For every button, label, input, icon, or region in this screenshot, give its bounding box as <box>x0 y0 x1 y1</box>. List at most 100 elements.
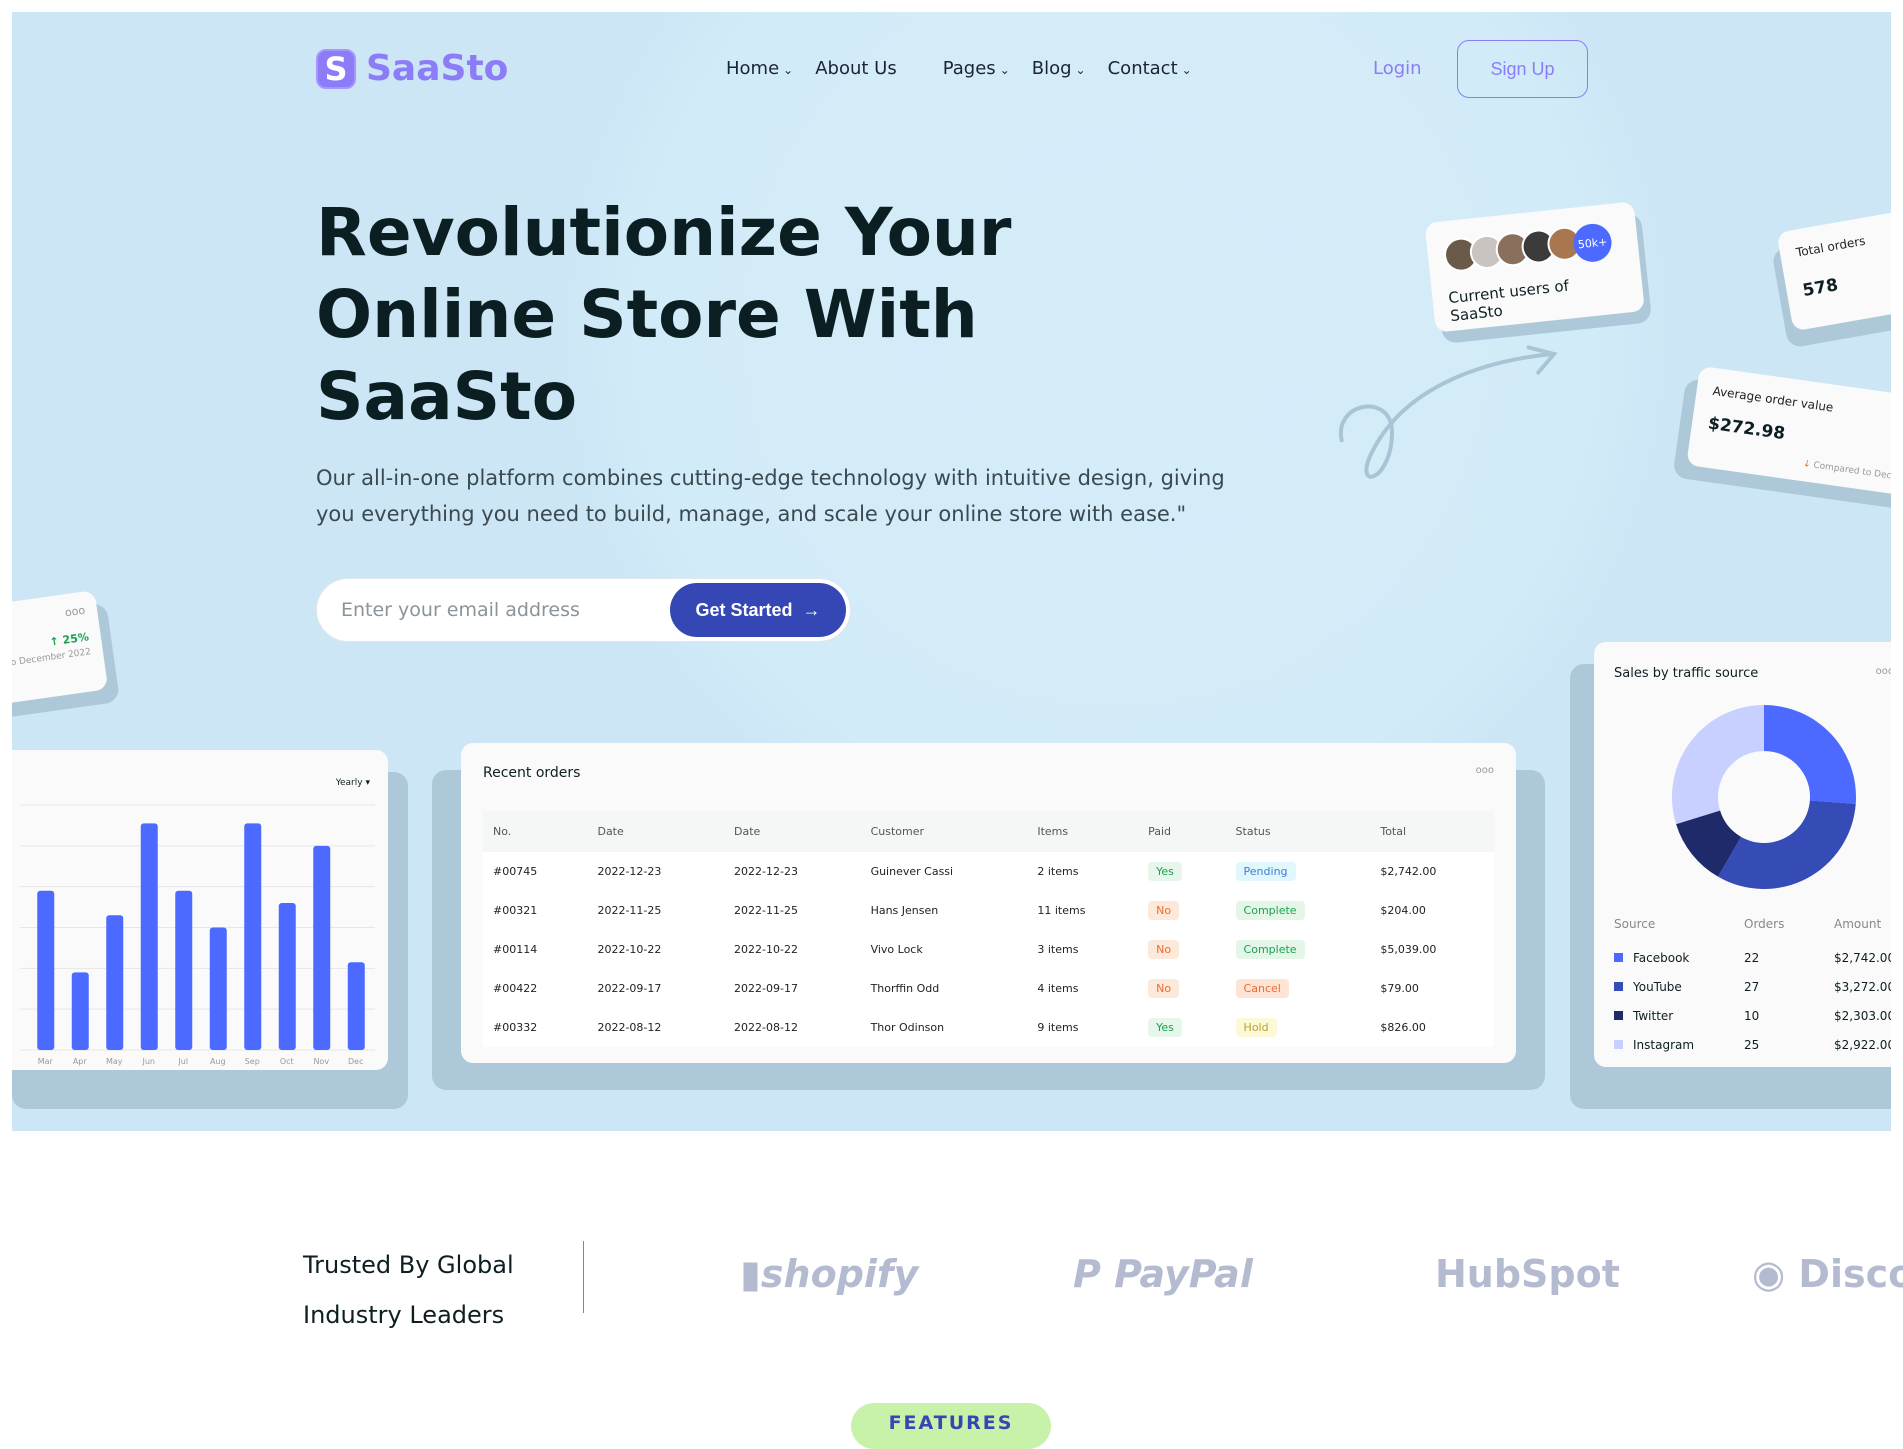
source-amount: $3,272.00 <box>1834 979 1891 994</box>
cell-items: 2 items <box>1027 852 1139 891</box>
legend-swatch <box>1614 1010 1623 1020</box>
total-orders-card: Total orders 578 <box>1771 208 1891 349</box>
paypal-icon: P <box>1073 1252 1101 1296</box>
cell-no: #00332 <box>483 1008 588 1047</box>
traffic-row: Instagram 25 $2,922.00 <box>1614 1030 1891 1059</box>
paypal-logo: P PayPal <box>1073 1252 1253 1296</box>
legend-swatch <box>1614 1039 1623 1049</box>
hero-paragraph: Our all-in-one platform combines cutting… <box>316 466 1225 526</box>
table-row[interactable]: #00745 2022-12-23 2022-12-23 Guinever Cassi… <box>483 852 1494 891</box>
bar-dec <box>347 962 365 1050</box>
email-form: Get Started → <box>316 578 851 642</box>
trusted-heading: Trusted By Global Industry Leaders <box>303 1240 514 1340</box>
cell-status: Hold <box>1225 1008 1371 1047</box>
bar-oct <box>278 903 296 1050</box>
table-row[interactable]: #00321 2022-11-25 2022-11-25 Hans Jensen 11 … <box>483 891 1494 930</box>
cell-total: $5,039.00 <box>1370 930 1494 969</box>
source-orders: 10 <box>1744 1008 1760 1023</box>
cell-items: 11 items <box>1027 891 1139 930</box>
trusted-line: Trusted By Global <box>303 1251 514 1279</box>
features-badge: FEATURES <box>851 1403 1051 1449</box>
slice-instagram <box>1672 705 1764 825</box>
column-header: Status <box>1225 811 1371 852</box>
cell-total: $204.00 <box>1370 891 1494 930</box>
cell-date2: 2022-09-17 <box>724 969 861 1008</box>
cell-customer: Thorffin Odd <box>860 969 1028 1008</box>
aov-value: $272.98 <box>1706 413 1787 445</box>
x-tick-label: Sep <box>245 1057 260 1066</box>
legend-swatch <box>1614 952 1623 962</box>
hero-section: S SaaSto Home ⌄ About Us Pages ⌄ Blog ⌄ Contact… <box>12 12 1891 1131</box>
cell-status: Complete <box>1225 930 1371 969</box>
discord-logo: ◉ Discord <box>1752 1252 1903 1296</box>
column-header: Customer <box>860 811 1028 852</box>
traffic-row: Facebook 22 $2,742.00 <box>1614 943 1891 972</box>
table-row[interactable]: #00422 2022-09-17 2022-09-17 Thorffin Odd 4 … <box>483 969 1494 1008</box>
cell-paid: Yes <box>1138 852 1226 891</box>
nav-item-home[interactable]: Home ⌄ <box>726 58 793 79</box>
login-link[interactable]: Login <box>1373 58 1422 79</box>
nav-label: Contact <box>1107 58 1178 79</box>
source-name: Instagram <box>1633 1037 1695 1052</box>
paid-badge: No <box>1148 979 1180 998</box>
period-dropdown[interactable]: Yearly ▾ <box>336 778 370 788</box>
get-started-button[interactable]: Get Started → <box>670 583 846 637</box>
more-icon[interactable]: ooo <box>12 604 86 634</box>
x-tick-label: Aug <box>210 1057 226 1066</box>
logo[interactable]: S SaaSto <box>316 48 508 89</box>
cell-customer: Guinever Cassi <box>860 852 1028 891</box>
status-badge: Complete <box>1235 940 1305 959</box>
traffic-row: YouTube 27 $3,272.00 <box>1614 972 1891 1001</box>
cell-total: $826.00 <box>1370 1008 1494 1047</box>
x-tick-label: Apr <box>73 1057 88 1066</box>
cell-date1: 2022-12-23 <box>587 852 725 891</box>
curved-arrow-doodle <box>1338 345 1558 479</box>
cell-paid: No <box>1138 969 1226 1008</box>
bar-mar <box>37 890 55 1050</box>
cell-items: 9 items <box>1027 1008 1139 1047</box>
nav-item-about-us[interactable]: About Us <box>815 58 897 79</box>
paid-badge: Yes <box>1148 862 1182 881</box>
signup-button[interactable]: Sign Up <box>1457 40 1588 98</box>
hero-title: Revolutionize Your Online Store With Saa… <box>316 192 1016 438</box>
cell-date1: 2022-08-12 <box>587 1008 725 1047</box>
email-input[interactable] <box>341 599 670 621</box>
period-label: Yearly <box>335 778 363 788</box>
cell-date1: 2022-10-22 <box>587 930 725 969</box>
shopify-logo: ▮shopify <box>740 1252 919 1296</box>
main-nav: Home ⌄ About Us Pages ⌄ Blog ⌄ Contact ⌄ <box>726 58 1192 79</box>
bar-apr <box>71 972 89 1050</box>
get-started-label: Get Started <box>695 599 793 620</box>
table-row[interactable]: #00114 2022-10-22 2022-10-22 Vivo Lock 3 ite… <box>483 930 1494 969</box>
cell-date2: 2022-08-12 <box>724 1008 861 1047</box>
hero-title-line: SaaSto <box>316 358 578 435</box>
table-row[interactable]: #00332 2022-08-12 2022-08-12 Thor Odinson 9 … <box>483 1008 1494 1047</box>
nav-label: Home <box>726 58 780 79</box>
x-tick-label: Oct <box>280 1057 294 1066</box>
column-header: Total <box>1370 811 1494 852</box>
average-order-card: Average order value $272.98 ↓ Compared t… <box>1672 365 1891 511</box>
users-count-badge: 50k+ <box>1571 221 1614 264</box>
avatar-group: 50k+ <box>1442 221 1623 277</box>
cell-total: $2,742.00 <box>1370 852 1494 891</box>
column-header: Orders <box>1744 917 1785 931</box>
recent-orders-card: Recent orders ooo No. Date Date Customer Ite… <box>461 743 1516 1063</box>
paid-badge: No <box>1148 901 1180 920</box>
nav-item-contact[interactable]: Contact ⌄ <box>1108 58 1192 79</box>
source-name: YouTube <box>1633 979 1682 994</box>
divider <box>583 1241 584 1313</box>
source-name: Twitter <box>1633 1008 1674 1023</box>
nav-item-blog[interactable]: Blog ⌄ <box>1032 58 1086 79</box>
nav-item-pages[interactable]: Pages ⌄ <box>943 58 1010 79</box>
cell-date2: 2022-10-22 <box>724 930 861 969</box>
more-icon[interactable]: ooo <box>1476 765 1494 781</box>
slice-youtube <box>1718 800 1856 889</box>
more-icon[interactable]: ooo <box>1876 666 1891 681</box>
column-header: Paid <box>1138 811 1226 852</box>
cell-paid: Yes <box>1138 1008 1226 1047</box>
arrow-down-icon: ↓ <box>1802 459 1812 471</box>
column-header: No. <box>483 811 588 852</box>
source-orders: 25 <box>1744 1037 1760 1052</box>
traffic-source-card: Sales by traffic source ooo Source Orders… <box>1594 642 1891 1067</box>
column-header: Source <box>1614 917 1656 931</box>
